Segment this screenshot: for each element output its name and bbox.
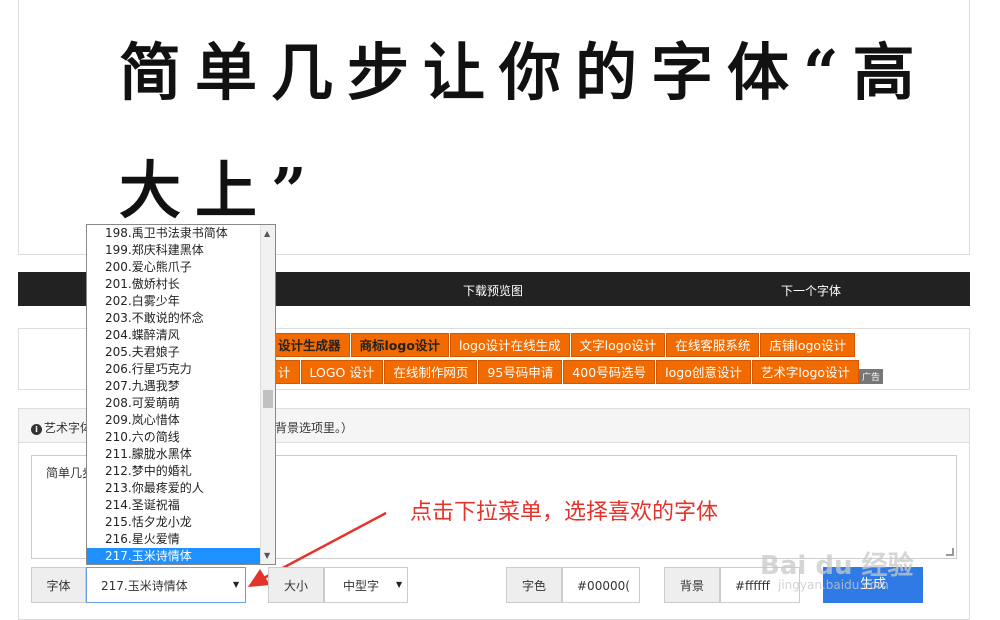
font-options: 198.禹卫书法隶书简体 199.郑庆科建黑体 200.爱心熊爪子 201.傲娇… xyxy=(87,225,261,564)
font-option[interactable]: 199.郑庆科建黑体 xyxy=(87,242,261,259)
font-option-selected[interactable]: 217.玉米诗情体 xyxy=(87,548,261,564)
ad-link[interactable]: logo设计在线生成 xyxy=(449,333,570,357)
ad-tag-badge: 广告 xyxy=(858,369,883,384)
font-select[interactable]: 217.玉米诗情体 xyxy=(86,567,246,603)
ad-link[interactable]: 设计生成器 xyxy=(269,333,350,357)
text-color-label: 字色 xyxy=(506,567,562,603)
ad-link[interactable]: 文字logo设计 xyxy=(570,333,666,357)
font-option[interactable]: 206.行星巧克力 xyxy=(87,361,261,378)
font-option[interactable]: 204.蝶醉清风 xyxy=(87,327,261,344)
font-field-group: 字体 217.玉米诗情体 ▼ xyxy=(31,567,271,603)
font-option[interactable]: 215.恬夕龙小龙 xyxy=(87,514,261,531)
ad-link[interactable]: 400号码选号 xyxy=(563,360,656,384)
font-option[interactable]: 210.六の简线 xyxy=(87,429,261,446)
baidu-watermark: Bai du 经验 xyxy=(760,551,914,581)
font-option[interactable]: 213.你最疼爱的人 xyxy=(87,480,261,497)
preview-text-line-1: 简单几步让你的字体“高 xyxy=(119,36,929,109)
annotation-hint: 点击下拉菜单，选择喜欢的字体 xyxy=(410,500,719,525)
scrollbar-thumb[interactable] xyxy=(263,390,273,408)
baidu-watermark-url: jingyan.baidu.com xyxy=(778,578,889,592)
ad-link[interactable]: LOGO 设计 xyxy=(300,360,384,384)
font-option[interactable]: 201.傲娇村长 xyxy=(87,276,261,293)
ad-link[interactable]: 艺术字logo设计 xyxy=(751,360,860,384)
font-dropdown-list[interactable]: 198.禹卫书法隶书简体 199.郑庆科建黑体 200.爱心熊爪子 201.傲娇… xyxy=(86,224,276,565)
text-color-value: #00000( xyxy=(577,579,630,593)
font-option[interactable]: 211.朦胧水黑体 xyxy=(87,446,261,463)
chevron-down-icon[interactable]: ▼ xyxy=(233,580,239,589)
info-text: i 艺术字体 xyxy=(31,419,92,436)
size-label: 大小 xyxy=(268,567,324,603)
scroll-up-icon[interactable]: ▲ xyxy=(264,229,270,238)
next-font-button[interactable]: 下一个字体 xyxy=(781,282,841,299)
download-preview-button[interactable]: 下载预览图 xyxy=(463,282,523,299)
size-select-value: 中型字 xyxy=(343,579,380,593)
dropdown-scrollbar[interactable]: ▲ ▼ xyxy=(260,225,275,564)
font-option[interactable]: 205.夫君娘子 xyxy=(87,344,261,361)
ad-link[interactable]: 店铺logo设计 xyxy=(760,333,856,357)
font-option[interactable]: 208.可爱萌萌 xyxy=(87,395,261,412)
color-field-group: 字色 #00000( xyxy=(506,567,640,603)
font-preview-area: 简单几步让你的字体“高 大上” xyxy=(18,0,970,255)
ad-link[interactable]: logo创意设计 xyxy=(656,360,751,384)
ad-link[interactable]: 在线制作网页 xyxy=(384,360,478,384)
chevron-down-icon[interactable]: ▼ xyxy=(396,580,402,589)
font-option[interactable]: 216.星火爱情 xyxy=(87,531,261,548)
background-label: 背景 xyxy=(664,567,720,603)
text-color-input[interactable]: #00000( xyxy=(562,567,640,603)
size-field-group: 大小 中型字 ▼ xyxy=(268,567,408,603)
info-text-left: 艺术字体 xyxy=(44,421,93,435)
scroll-down-icon[interactable]: ▼ xyxy=(264,551,270,560)
font-option[interactable]: 203.不敢说的怀念 xyxy=(87,310,261,327)
preview-text-line-2: 大上” xyxy=(119,154,321,227)
resize-handle-icon[interactable] xyxy=(946,548,954,556)
ad-row: 设计生成器 商标logo设计 logo设计在线生成 文字logo设计 在线客服系统 店铺l… xyxy=(269,333,856,357)
font-option[interactable]: 212.梦中的婚礼 xyxy=(87,463,261,480)
font-option[interactable]: 207.九遇我梦 xyxy=(87,378,261,395)
info-text-right: 背景选项里。） xyxy=(275,421,354,435)
ad-link[interactable]: 95号码申请 xyxy=(478,360,563,384)
ad-row: 计 LOGO 设计 在线制作网页 95号码申请 400号码选号 logo创意设计 艺术字lo… xyxy=(269,360,860,384)
info-icon: i xyxy=(31,424,42,435)
font-option[interactable]: 202.白雾少年 xyxy=(87,293,261,310)
font-option[interactable]: 209.岚心惜体 xyxy=(87,412,261,429)
ad-link[interactable]: 在线客服系统 xyxy=(666,333,760,357)
ad-link[interactable]: 商标logo设计 xyxy=(350,333,449,357)
font-option[interactable]: 214.圣诞祝福 xyxy=(87,497,261,514)
font-option[interactable]: 198.禹卫书法隶书简体 xyxy=(87,225,261,242)
font-label: 字体 xyxy=(31,567,86,603)
font-option[interactable]: 200.爱心熊爪子 xyxy=(87,259,261,276)
font-select-value: 217.玉米诗情体 xyxy=(101,579,188,593)
